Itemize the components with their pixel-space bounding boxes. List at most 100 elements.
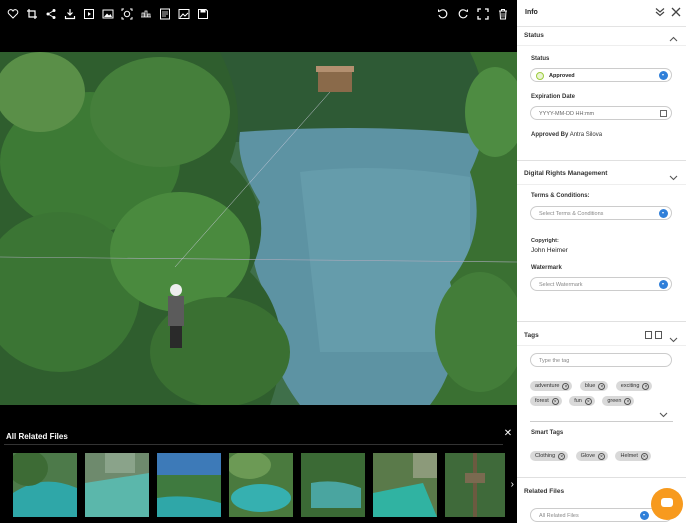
tag-label: exciting xyxy=(620,383,640,389)
image-viewer: All Related Files ✕ › xyxy=(0,0,517,523)
remove-tag-icon[interactable]: × xyxy=(584,397,592,405)
chevron-down-icon[interactable] xyxy=(659,71,668,80)
terms-select[interactable]: Select Terms & Conditions xyxy=(530,206,672,220)
divider xyxy=(517,45,686,46)
face-detect-icon[interactable] xyxy=(120,6,133,21)
status-select[interactable]: Approved xyxy=(530,68,672,82)
chevron-right-icon[interactable]: › xyxy=(511,479,514,490)
viewer-toolbar xyxy=(0,0,517,28)
collapse-all-icon[interactable] xyxy=(655,7,665,20)
chevron-up-icon[interactable] xyxy=(669,31,678,42)
remove-tag-icon[interactable]: × xyxy=(624,397,632,405)
download-icon[interactable] xyxy=(63,6,76,21)
expiration-date-input[interactable]: YYYY-MM-DD HH:mm xyxy=(530,106,672,120)
tag-label: adventure xyxy=(535,383,560,389)
chat-icon[interactable] xyxy=(651,488,683,520)
related-thumbnail[interactable] xyxy=(157,453,221,517)
chevron-down-icon[interactable] xyxy=(659,209,668,218)
image-edit-icon[interactable] xyxy=(177,6,190,21)
remove-tag-icon[interactable]: × xyxy=(598,382,606,390)
chevron-down-icon[interactable] xyxy=(669,169,678,181)
related-thumbnail[interactable] xyxy=(13,453,77,517)
tag-chip: blue × xyxy=(579,381,609,391)
smart-tag-label: Clothing xyxy=(535,453,556,459)
chevron-down-icon[interactable] xyxy=(659,406,668,418)
smart-tags-label: Smart Tags xyxy=(531,430,564,436)
toolbar-left-group xyxy=(6,6,209,21)
status-value: Approved xyxy=(549,72,575,79)
chevron-down-icon[interactable] xyxy=(659,280,668,289)
approved-status-icon xyxy=(536,71,544,80)
tag-input[interactable]: Type the tag xyxy=(530,353,672,367)
related-files-select[interactable]: All Related Files xyxy=(530,508,672,522)
panel-title: Info xyxy=(525,9,538,16)
comments-icon[interactable] xyxy=(158,6,171,21)
tag-chip: forest × xyxy=(530,396,562,406)
fullscreen-icon[interactable] xyxy=(476,6,489,21)
smart-tag-label: Glove xyxy=(580,453,596,459)
remove-tag-icon[interactable]: × xyxy=(562,382,570,390)
close-icon[interactable]: ✕ xyxy=(503,429,513,439)
remove-tag-icon[interactable]: × xyxy=(598,452,606,460)
related-files-title: All Related Files xyxy=(6,432,68,441)
share-icon[interactable] xyxy=(44,6,57,21)
slideshow-icon[interactable] xyxy=(82,6,95,21)
smart-tag-chip: Glove × xyxy=(575,451,609,461)
divider xyxy=(517,321,686,322)
smart-tag-label: Helmet xyxy=(620,453,638,459)
related-thumbnails xyxy=(13,453,505,517)
expiration-placeholder: YYYY-MM-DD HH:mm xyxy=(539,110,595,117)
status-section-header[interactable]: Status xyxy=(517,30,686,44)
calendar-icon[interactable] xyxy=(660,110,667,117)
tag-label: blue xyxy=(584,383,596,389)
related-thumbnail[interactable] xyxy=(85,453,149,517)
tag-list: adventure × blue × exciting × forest × fun × … xyxy=(530,376,680,406)
tag-chip: adventure × xyxy=(530,381,573,391)
smart-tag-chip: Helmet × xyxy=(615,451,651,461)
gallery-icon[interactable] xyxy=(101,6,114,21)
approved-by-label: Approved By xyxy=(531,132,569,138)
tags-section-header[interactable]: Tags xyxy=(517,330,686,344)
heart-plus-icon[interactable] xyxy=(6,6,19,21)
approved-by-row: Approved By Antra Silova xyxy=(531,132,602,138)
status-label: Status xyxy=(531,56,550,62)
divider xyxy=(517,477,686,478)
watermark-select[interactable]: Select Watermark xyxy=(530,277,672,291)
tags-section-title: Tags xyxy=(524,332,539,339)
watermark-placeholder: Select Watermark xyxy=(539,281,583,288)
divider xyxy=(517,160,686,161)
close-icon[interactable] xyxy=(671,7,681,20)
related-divider xyxy=(4,444,503,445)
related-thumbnail[interactable] xyxy=(445,453,505,517)
tag-label: fun xyxy=(574,398,582,404)
copyright-label: Copyright: xyxy=(531,238,559,244)
divider xyxy=(530,421,673,422)
expiration-label: Expiration Date xyxy=(531,94,576,100)
delete-icon[interactable] xyxy=(645,331,652,339)
terms-placeholder: Select Terms & Conditions xyxy=(539,210,604,217)
related-thumbnail[interactable] xyxy=(229,453,293,517)
chevron-down-icon[interactable] xyxy=(640,511,649,520)
related-files-placeholder: All Related Files xyxy=(539,512,579,519)
remove-tag-icon[interactable]: × xyxy=(558,452,566,460)
related-thumbnail[interactable] xyxy=(301,453,365,517)
copyright-value: John Heimer xyxy=(531,247,568,254)
rotate-right-icon[interactable] xyxy=(456,6,469,21)
related-section-title: Related Files xyxy=(524,488,565,495)
tag-chip: fun × xyxy=(569,396,595,406)
rotate-left-icon[interactable] xyxy=(436,6,449,21)
related-thumbnail[interactable] xyxy=(373,453,437,517)
delete-icon[interactable] xyxy=(496,6,509,21)
drm-section-title: Digital Rights Management xyxy=(524,170,608,177)
remove-tag-icon[interactable]: × xyxy=(640,452,648,460)
crop-icon[interactable] xyxy=(25,6,38,21)
remove-tag-icon[interactable]: × xyxy=(551,397,559,405)
tag-label: green xyxy=(607,398,622,404)
compare-icon[interactable] xyxy=(139,6,152,21)
watermark-label: Watermark xyxy=(531,265,562,271)
save-icon[interactable] xyxy=(196,6,209,21)
drm-section-header[interactable]: Digital Rights Management xyxy=(517,168,686,182)
chevron-down-icon[interactable] xyxy=(669,331,678,343)
copy-icon[interactable] xyxy=(655,331,662,339)
remove-tag-icon[interactable]: × xyxy=(642,382,650,390)
